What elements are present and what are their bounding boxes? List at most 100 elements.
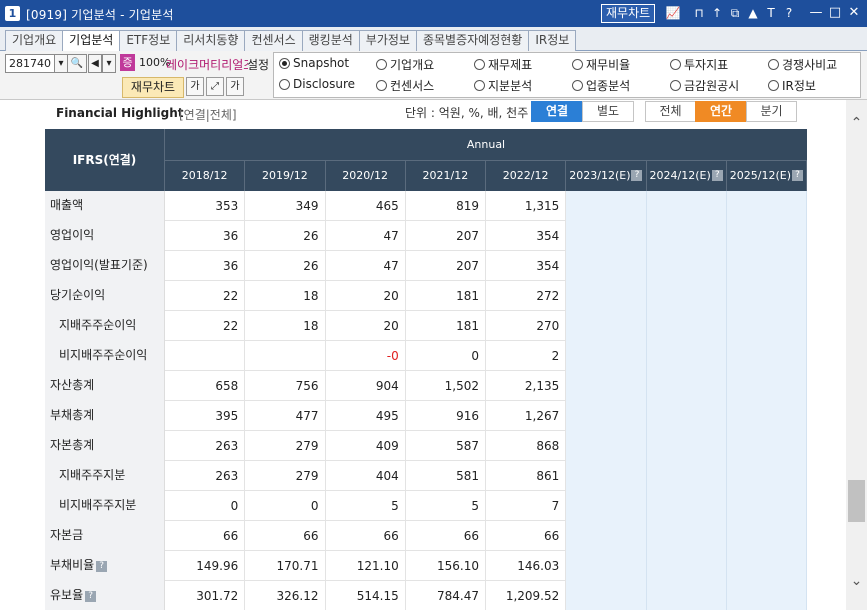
table-cell — [566, 401, 647, 431]
radio-button[interactable] — [670, 59, 681, 70]
radio-button[interactable] — [768, 59, 779, 70]
font-icon[interactable]: T — [762, 4, 780, 22]
expand-icon[interactable]: ⤢ — [206, 77, 224, 96]
table-cell: 756 — [245, 371, 326, 401]
radio-button[interactable] — [572, 59, 583, 70]
link-icon[interactable]: ⊓ — [690, 4, 708, 22]
scroll-down-icon[interactable]: ⌄ — [846, 572, 867, 590]
radio-option-7[interactable]: 컨센서스 — [376, 77, 434, 94]
font-bigger-icon[interactable]: 가 — [226, 77, 244, 96]
radio-button[interactable] — [768, 80, 779, 91]
table-row: 영업이익 36 26 47 207 354 — [45, 221, 807, 251]
radio-option-4[interactable]: 투자지표 — [670, 56, 728, 73]
table-cell: 22 — [165, 311, 246, 341]
table-cell — [566, 281, 647, 311]
tab-5[interactable]: 랭킹분석 — [301, 30, 360, 51]
table-cell: 5 — [326, 491, 406, 521]
table-cell — [726, 311, 807, 341]
table-cell: 170.71 — [245, 551, 326, 581]
radio-label: 업종분석 — [586, 79, 631, 93]
setting-link[interactable]: 설정 — [247, 56, 269, 73]
separate-toggle[interactable]: 별도 — [582, 101, 634, 122]
table-cell — [726, 221, 807, 251]
scroll-thumb[interactable] — [848, 480, 865, 522]
radio-button[interactable] — [279, 78, 290, 90]
table-cell — [245, 341, 326, 371]
font-size-icon[interactable]: 가 — [186, 77, 204, 96]
radio-button[interactable] — [572, 80, 583, 91]
help-icon[interactable]: ? — [780, 4, 798, 22]
table-cell — [726, 251, 807, 281]
table-cell: 581 — [406, 461, 486, 491]
radio-label: 재무비율 — [586, 58, 631, 72]
table-cell — [646, 341, 727, 371]
tab-8[interactable]: IR정보 — [528, 30, 577, 51]
window-number-icon: 1 — [5, 6, 20, 21]
radio-option-0[interactable]: Snapshot — [279, 56, 349, 70]
radio-button[interactable] — [376, 59, 387, 70]
tab-6[interactable]: 부가정보 — [358, 30, 417, 51]
table-cell: 181 — [406, 311, 486, 341]
radio-option-6[interactable]: Disclosure — [279, 77, 355, 91]
export-icon[interactable]: ↑ — [708, 4, 726, 22]
radio-option-11[interactable]: IR정보 — [768, 77, 816, 94]
sound-icon[interactable]: ◀ — [88, 54, 102, 73]
radio-option-5[interactable]: 경쟁사비교 — [768, 56, 837, 73]
copy-window-icon[interactable]: ⧉ — [726, 4, 744, 22]
radio-option-1[interactable]: 기업개요 — [376, 56, 434, 73]
help-icon[interactable]: ? — [711, 170, 723, 181]
radio-button[interactable] — [474, 59, 485, 70]
row-label-text: 비지배주주지분 — [59, 498, 137, 512]
radio-button[interactable] — [670, 80, 681, 91]
table-cell — [646, 551, 727, 581]
table-cell — [726, 401, 807, 431]
vertical-scrollbar[interactable]: ⌃ ⌄ — [846, 100, 867, 610]
tab-0[interactable]: 기업개요 — [5, 30, 64, 51]
radio-label: Snapshot — [293, 56, 350, 70]
radio-button[interactable] — [376, 80, 387, 91]
tab-1[interactable]: 기업분석 — [62, 30, 121, 52]
tab-7[interactable]: 종목별증자예정현황 — [415, 30, 530, 51]
scroll-up-icon[interactable]: ⌃ — [846, 114, 867, 132]
tab-2[interactable]: ETF정보 — [119, 30, 178, 51]
close-button[interactable]: ✕ — [845, 4, 863, 22]
restore-button[interactable]: □ — [826, 4, 844, 22]
table-cell: 2,135 — [486, 371, 567, 401]
annual-toggle[interactable]: 연간 — [695, 101, 747, 122]
tab-3[interactable]: 리서치동향 — [176, 30, 246, 51]
sound-dropdown-icon[interactable]: ▾ — [102, 54, 116, 73]
code-dropdown-icon[interactable]: ▾ — [54, 54, 68, 73]
radio-button[interactable] — [474, 80, 485, 91]
radio-option-2[interactable]: 재무제표 — [474, 56, 532, 73]
table-row: 자산총계 658 756 904 1,502 2,135 — [45, 371, 807, 401]
help-icon[interactable]: ? — [96, 561, 108, 572]
radio-option-3[interactable]: 재무비율 — [572, 56, 630, 73]
fin-chart-title-button[interactable]: 재무차트 — [601, 4, 656, 23]
pin-icon[interactable]: ▲ — [744, 4, 762, 22]
help-icon[interactable]: ? — [791, 170, 803, 181]
table-cell — [726, 341, 807, 371]
title-bar: 1 [0919] 기업분석 - 기업분석 재무차트 📈 ⊓ ↑ ⧉ ▲ T ? … — [0, 0, 867, 27]
radio-option-10[interactable]: 금감원공시 — [670, 77, 739, 94]
table-cell: 207 — [406, 221, 486, 251]
fin-chart-button[interactable]: 재무차트 — [122, 77, 184, 98]
chart-icon[interactable]: 📈 — [664, 4, 682, 22]
table-cell: 1,209.52 — [486, 581, 567, 610]
radio-option-8[interactable]: 지분분석 — [474, 77, 532, 94]
consolidated-toggle[interactable]: 연결 — [531, 101, 583, 122]
table-cell: 349 — [245, 191, 326, 221]
stock-code-input[interactable]: 281740 — [5, 54, 55, 73]
minimize-button[interactable]: — — [807, 4, 825, 22]
row-label: 자산총계 — [45, 371, 165, 401]
tab-4[interactable]: 컨센서스 — [244, 30, 303, 51]
radio-button[interactable] — [279, 57, 290, 69]
table-cell: 1,267 — [486, 401, 567, 431]
unit-label: 단위 : 억원, %, 배, 천주 — [405, 106, 529, 120]
search-icon[interactable]: 🔍 — [67, 54, 87, 73]
help-icon[interactable]: ? — [85, 591, 97, 602]
all-period-toggle[interactable]: 전체 — [645, 101, 696, 122]
quarter-toggle[interactable]: 분기 — [746, 101, 797, 122]
help-icon[interactable]: ? — [631, 170, 643, 181]
radio-option-9[interactable]: 업종분석 — [572, 77, 630, 94]
table-cell: 66 — [245, 521, 326, 551]
